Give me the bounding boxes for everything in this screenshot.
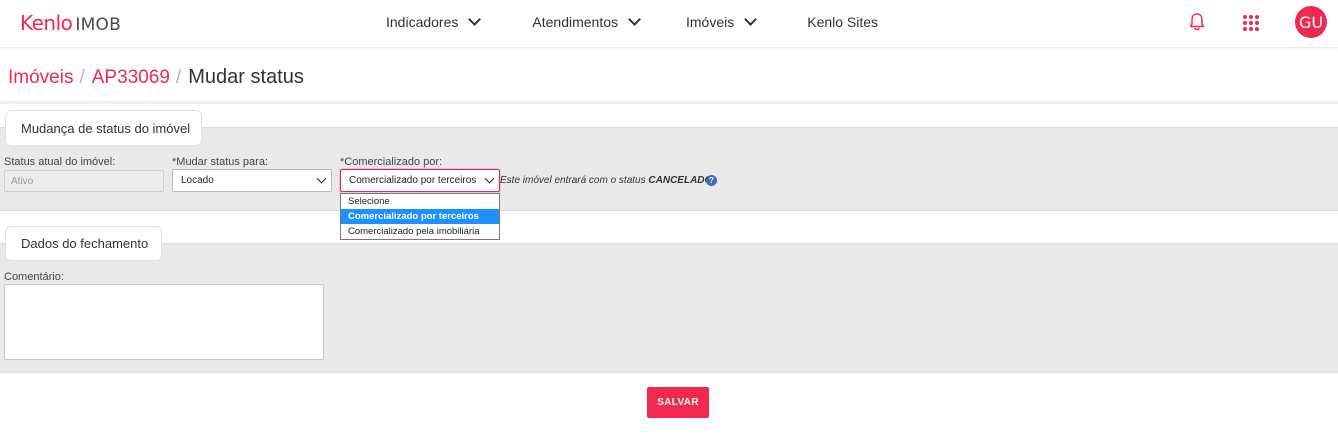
nav-item-indicadores[interactable]: Indicadores — [386, 13, 482, 30]
logo-product: IMOB — [75, 15, 121, 35]
nav-label: Imóveis — [686, 14, 735, 30]
chevron-down-icon — [316, 173, 327, 184]
comment-label: Comentário: — [4, 271, 64, 283]
section-title-text: Dados do fechamento — [21, 236, 149, 251]
bell-icon[interactable] — [1188, 12, 1206, 32]
save-button[interactable]: SALVAR — [647, 387, 709, 418]
status-section-title: Mudança de status do imóvel — [5, 110, 202, 146]
nav-item-atendimentos[interactable]: Atendimentos — [532, 13, 641, 30]
nav-item-imoveis[interactable]: Imóveis — [686, 13, 758, 30]
new-status-label: *Mudar status para: — [172, 156, 268, 168]
avatar-initials: GU — [1298, 12, 1324, 32]
nav-label: Indicadores — [386, 14, 459, 30]
info-prefix: Este imóvel entrará com o status — [500, 175, 646, 186]
commercialized-by-dropdown: Selecione Comercializado por terceiros C… — [340, 193, 500, 240]
status-info-text: Este imóvel entrará com o status CANCELA… — [500, 175, 712, 186]
kenlo-logo[interactable]: Kenlo IMOB — [20, 11, 121, 37]
breadcrumb-separator: / — [79, 67, 85, 88]
dropdown-option-selected[interactable]: Comercializado por terceiros — [341, 209, 499, 224]
current-status-value: Ativo — [11, 175, 34, 187]
nav-label: Atendimentos — [532, 14, 618, 30]
main-nav: Indicadores Atendimentos Imóveis Kenlo S… — [386, 0, 878, 44]
help-glyph: ? — [709, 176, 714, 185]
chevron-down-icon — [744, 13, 758, 26]
chevron-down-icon — [628, 13, 641, 26]
current-status-field: Ativo — [4, 170, 164, 192]
logo-brand: Kenlo — [20, 11, 73, 35]
chevron-down-icon — [468, 13, 482, 26]
new-status-select[interactable]: Locado — [172, 169, 332, 192]
dropdown-option[interactable]: Comercializado pela imobiliária — [341, 224, 499, 239]
commercialized-by-select[interactable]: Comercializado por terceiros — [340, 169, 500, 192]
commercialized-by-label: *Comercializado por: — [340, 156, 443, 168]
closing-section-title: Dados do fechamento — [5, 226, 162, 261]
comment-textarea[interactable] — [4, 284, 324, 360]
breadcrumb-separator: / — [175, 67, 182, 88]
dropdown-option[interactable]: Selecione — [341, 194, 499, 209]
current-status-label: Status atual do imóvel: — [4, 156, 116, 168]
apps-grid-icon[interactable] — [1243, 15, 1259, 31]
commercialized-by-value: Comercializado por terceiros — [349, 175, 477, 186]
chevron-down-icon — [484, 173, 495, 184]
breadcrumb: Imóveis / AP33069 / Mudar status — [8, 66, 304, 89]
breadcrumb-link-property[interactable]: AP33069 — [92, 67, 170, 89]
section-title-text: Mudança de status do imóvel — [21, 120, 191, 136]
page-title: Mudar status — [188, 66, 304, 88]
breadcrumb-divider — [0, 101, 1338, 104]
info-status: CANCELADO — [648, 175, 713, 186]
help-icon[interactable]: ? — [706, 175, 717, 186]
breadcrumb-link-imoveis[interactable]: Imóveis — [8, 67, 73, 89]
top-navbar: Kenlo IMOB Indicadores Atendimentos Imóv… — [0, 0, 1338, 48]
new-status-value: Locado — [181, 175, 214, 186]
nav-item-kenlo-sites[interactable]: Kenlo Sites — [807, 14, 878, 30]
avatar[interactable]: GU — [1295, 6, 1327, 38]
nav-label: Kenlo Sites — [807, 14, 879, 30]
